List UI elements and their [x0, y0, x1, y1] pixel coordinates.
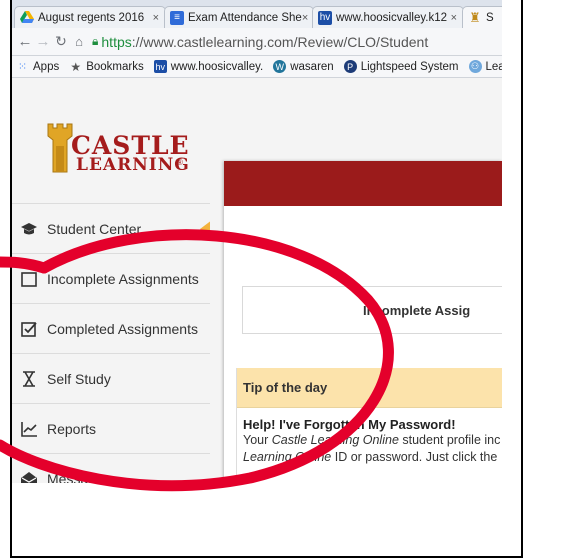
tip-title: Help! I've Forgotten My Password!	[243, 417, 456, 432]
tab-label: www.hoosicvalley.k12	[336, 11, 448, 24]
wordpress-icon: W	[273, 60, 287, 73]
bookmarks-bar: ⁙ Apps ★ Bookmarks hv www.hoosicvalley. …	[12, 56, 502, 78]
drive-icon	[20, 11, 34, 25]
url-scheme: https	[101, 33, 132, 50]
frame-right-border	[521, 0, 523, 558]
sidebar: CASTLE LEARNING ® Student Center Incompl…	[12, 78, 216, 483]
sidebar-nav: Student Center Incomplete Assignments Co…	[12, 203, 216, 483]
learning-icon: ⚇	[468, 60, 482, 73]
tip-text-segment: student profile inc	[398, 433, 501, 447]
checkbox-icon	[21, 321, 37, 337]
back-arrow-icon[interactable]: ←	[16, 33, 34, 50]
bookmark-learning[interactable]: ⚇ Learnin	[468, 60, 503, 73]
bookmark-label: Bookmarks	[86, 60, 144, 73]
sidebar-item-label: Reports	[47, 420, 97, 437]
castle-icon: ♜	[469, 9, 481, 25]
sidebar-item-reports[interactable]: Reports	[12, 403, 210, 453]
hv-icon: hv	[318, 10, 332, 25]
tip-text-italic: Learning Online	[243, 450, 332, 464]
tab-hoosicvalley[interactable]: hv www.hoosicvalley.k12 ×	[312, 6, 464, 28]
bookmark-lightspeed[interactable]: P Lightspeed System	[343, 60, 459, 73]
tip-text-line-2: Learning Online ID or password. Just cli…	[237, 449, 502, 466]
sheets-icon: ≡	[170, 10, 184, 25]
tip-text-line-1: Your Castle Learning Online student prof…	[237, 432, 502, 449]
bookmark-label: Apps	[33, 60, 60, 73]
browser-screenshot: August regents 2016 × ≡ Exam Attendance …	[12, 0, 502, 483]
sidebar-item-label: Messages	[47, 470, 111, 484]
hv-icon: hv	[153, 60, 167, 73]
lock-icon: 🔒︎	[92, 34, 99, 48]
logo-word-learning: LEARNING	[76, 155, 190, 175]
tab-close-icon[interactable]: ×	[451, 12, 457, 24]
incomplete-assignments-label: Incomplete Assig	[363, 302, 471, 318]
main-panel: Incomplete Assig Tip of the day Help! I'…	[210, 78, 502, 483]
url-path: ://www.castlelearning.com/Review/CLO/Stu…	[131, 33, 429, 50]
envelope-icon	[21, 471, 37, 483]
sidebar-item-label: Self Study	[47, 370, 111, 387]
graduation-cap-icon	[21, 222, 37, 234]
address-bar[interactable]: 🔒︎ https ://www.castlelearning.com/Revie…	[92, 34, 428, 50]
apps-icon: ⁙	[17, 61, 28, 73]
bookmark-label: www.hoosicvalley.	[170, 60, 264, 73]
tab-exam-attendance[interactable]: ≡ Exam Attendance She ×	[164, 6, 314, 28]
tab-castle-learning[interactable]: ♜ S	[462, 6, 502, 28]
tip-text-segment: Your	[243, 433, 272, 447]
forward-arrow-icon[interactable]: →	[34, 33, 52, 50]
tab-label: Exam Attendance She	[188, 11, 302, 24]
tab-august-regents[interactable]: August regents 2016 ×	[14, 6, 166, 28]
tab-close-icon[interactable]: ×	[153, 12, 159, 24]
incomplete-assignments-box[interactable]: Incomplete Assig	[242, 286, 502, 334]
castle-learning-logo[interactable]: CASTLE LEARNING ®	[47, 118, 189, 178]
tip-text-italic: Castle Learning Online	[271, 433, 399, 447]
logo-registered-mark: ®	[177, 158, 183, 167]
self-study-icon	[23, 370, 35, 387]
tip-heading: Tip of the day	[237, 368, 502, 408]
tab-label: S	[486, 11, 494, 24]
castle-tower-icon	[47, 123, 73, 173]
reload-icon[interactable]: ↻	[52, 33, 70, 50]
tip-text-segment: ID or password. Just click the	[331, 450, 498, 464]
sidebar-item-messages[interactable]: Messages	[12, 453, 210, 483]
bookmark-bookmarks[interactable]: ★ Bookmarks	[69, 59, 144, 74]
sidebar-item-completed-assignments[interactable]: Completed Assignments	[12, 303, 210, 353]
square-icon	[21, 271, 37, 287]
browser-toolbar: ← → ↻ ⌂ 🔒︎ https ://www.castlelearning.c…	[12, 28, 502, 56]
bookmark-label: Learnin	[485, 60, 503, 73]
home-icon[interactable]: ⌂	[70, 34, 88, 49]
sidebar-item-label: Completed Assignments	[47, 320, 198, 337]
sidebar-item-student-center[interactable]: Student Center	[12, 203, 216, 253]
line-chart-icon	[21, 421, 37, 437]
lightspeed-icon: P	[343, 60, 357, 73]
sidebar-item-label: Student Center	[47, 220, 142, 237]
bookmark-label: wasaren	[290, 60, 334, 73]
star-icon: ★	[70, 59, 82, 74]
tip-of-the-day-panel: Tip of the day Help! I've Forgotten My P…	[236, 368, 502, 483]
card-header-bar	[224, 161, 502, 206]
sidebar-item-incomplete-assignments[interactable]: Incomplete Assignments	[12, 253, 210, 303]
tab-close-icon[interactable]: ×	[302, 12, 308, 24]
bookmark-label: Lightspeed System	[360, 60, 459, 73]
tab-label: August regents 2016	[38, 11, 145, 24]
sidebar-item-self-study[interactable]: Self Study	[12, 353, 210, 403]
bookmark-wasaren[interactable]: W wasaren	[273, 60, 334, 73]
tab-strip: August regents 2016 × ≡ Exam Attendance …	[12, 0, 502, 28]
bookmark-hoosicvalley[interactable]: hv www.hoosicvalley.	[153, 60, 264, 73]
bookmark-apps[interactable]: ⁙ Apps	[16, 60, 60, 74]
page-content: CASTLE LEARNING ® Student Center Incompl…	[12, 78, 502, 483]
sidebar-item-label: Incomplete Assignments	[47, 270, 199, 287]
